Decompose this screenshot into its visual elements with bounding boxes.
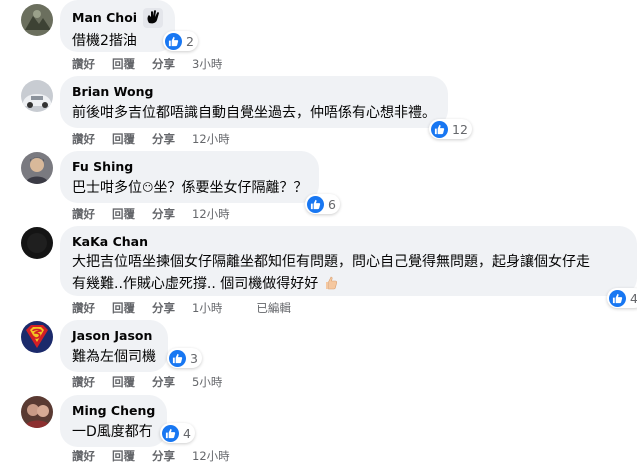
comment-text-part: 坐？係要坐女仔隔離？？ — [153, 180, 308, 196]
comment-author[interactable]: Ming Cheng — [72, 403, 155, 419]
share-button[interactable]: 分享 — [152, 56, 175, 72]
reply-button[interactable]: 回覆 — [112, 206, 135, 222]
comment-actions: 讚好 回覆 分享 12小時 — [72, 206, 247, 222]
reaction-count: 4 — [630, 290, 637, 306]
like-button[interactable]: 讚好 — [72, 56, 95, 72]
comment-bubble: Brian Wong 前後咁多吉位都唔識自動自覺坐過去，仲唔係有心想非禮。 — [60, 76, 448, 128]
reply-button[interactable]: 回覆 — [112, 448, 135, 464]
avatar[interactable] — [21, 227, 53, 259]
reaction-count: 2 — [186, 33, 194, 49]
comment-actions: 讚好 回覆 分享 1小時 已編輯 — [72, 300, 308, 316]
comment-text-part: 有幾難..作賊心虛死撐.. 個司機做得好好 — [72, 276, 319, 292]
like-button[interactable]: 讚好 — [72, 131, 95, 147]
like-button[interactable]: 讚好 — [72, 448, 95, 464]
reaction-summary[interactable]: 3 — [167, 348, 202, 368]
reply-button[interactable]: 回覆 — [112, 374, 135, 390]
author-name[interactable]: Fu Shing — [72, 159, 133, 175]
avatar[interactable] — [21, 152, 53, 184]
reply-button[interactable]: 回覆 — [112, 300, 135, 316]
share-button[interactable]: 分享 — [152, 448, 175, 464]
comment-author[interactable]: Man Choi — [72, 8, 164, 28]
edited-label[interactable]: 已編輯 — [256, 300, 291, 316]
author-name[interactable]: Man Choi — [72, 10, 137, 26]
reaction-count: 3 — [190, 350, 198, 366]
reaction-count: 4 — [183, 425, 191, 441]
author-name[interactable]: Ming Cheng — [72, 403, 155, 419]
comment-text: 難為左個司機 — [72, 349, 156, 365]
share-button[interactable]: 分享 — [152, 374, 175, 390]
comment-timestamp[interactable]: 12小時 — [192, 206, 230, 222]
reaction-count: 6 — [328, 196, 336, 212]
comment-text-line: 有幾難..作賊心虛死撐.. 個司機做得好好 — [72, 273, 625, 295]
avatar[interactable] — [21, 396, 53, 428]
like-button[interactable]: 讚好 — [72, 206, 95, 222]
share-button[interactable]: 分享 — [152, 300, 175, 316]
author-name[interactable]: Jason Jason — [72, 328, 152, 344]
comment-bubble: Fu Shing 巴士咁多位😶坐？係要坐女仔隔離？？ — [60, 151, 320, 203]
like-icon — [609, 289, 626, 307]
like-icon — [431, 120, 448, 138]
like-icon — [165, 32, 182, 50]
like-icon — [162, 424, 179, 442]
reaction-summary[interactable]: 4 — [607, 288, 637, 308]
comment-actions: 讚好 回覆 分享 12小時 — [72, 131, 247, 147]
reaction-summary[interactable]: 6 — [305, 194, 340, 214]
share-button[interactable]: 分享 — [152, 131, 175, 147]
reaction-summary[interactable]: 12 — [429, 119, 472, 139]
speechless-face-emoji: 😶 — [142, 181, 154, 194]
comment-timestamp[interactable]: 5小時 — [192, 374, 222, 390]
comment-text-line: 大把吉位唔坐揀個女仔隔離坐都知佢有問題，問心自己覺得無問題，起身讓個女仔走 — [72, 254, 590, 270]
comment-bubble: Man Choi 借機2揩油 — [60, 0, 176, 52]
like-icon — [169, 349, 186, 367]
comment-actions: 讚好 回覆 分享 3小時 — [72, 56, 239, 72]
comment-author[interactable]: Brian Wong — [72, 84, 436, 100]
avatar[interactable] — [21, 80, 53, 112]
reply-button[interactable]: 回覆 — [112, 131, 135, 147]
comment-text: 巴士咁多位😶坐？係要坐女仔隔離？？ — [72, 177, 307, 199]
reaction-summary[interactable]: 4 — [160, 423, 195, 443]
comment-timestamp[interactable]: 12小時 — [192, 448, 230, 464]
comment-bubble: Ming Cheng 一D風度都冇 — [60, 395, 168, 447]
comment-text: 一D風度都冇 — [72, 424, 153, 440]
comment-author[interactable]: Fu Shing — [72, 159, 307, 175]
reaction-summary[interactable]: 2 — [163, 31, 198, 51]
avatar[interactable] — [21, 321, 53, 353]
comment-timestamp[interactable]: 1小時 — [192, 300, 222, 316]
like-button[interactable]: 讚好 — [72, 300, 95, 316]
comment-actions: 讚好 回覆 分享 12小時 — [72, 448, 247, 464]
thumbs-up-emoji-icon — [323, 275, 339, 291]
comment-bubble: Jason Jason 難為左個司機 — [60, 320, 168, 372]
like-icon — [307, 195, 324, 213]
reply-button[interactable]: 回覆 — [112, 56, 135, 72]
hand-wave-icon — [143, 8, 164, 28]
comment-timestamp[interactable]: 12小時 — [192, 131, 230, 147]
reaction-count: 12 — [452, 121, 468, 137]
comment-text: 前後咁多吉位都唔識自動自覺坐過去，仲唔係有心想非禮。 — [72, 105, 436, 121]
comment-timestamp[interactable]: 3小時 — [192, 56, 222, 72]
comment-bubble: KaKa Chan 大把吉位唔坐揀個女仔隔離坐都知佢有問題，問心自己覺得無問題，… — [60, 226, 637, 296]
share-button[interactable]: 分享 — [152, 206, 175, 222]
author-name[interactable]: KaKa Chan — [72, 234, 148, 250]
comment-actions: 讚好 回覆 分享 5小時 — [72, 374, 239, 390]
comment-text-part: 巴士咁多位 — [72, 180, 142, 196]
comment-text: 借機2揩油 — [72, 33, 137, 49]
avatar[interactable] — [21, 4, 53, 36]
author-name[interactable]: Brian Wong — [72, 84, 153, 100]
like-button[interactable]: 讚好 — [72, 374, 95, 390]
comment-author[interactable]: Jason Jason — [72, 328, 156, 344]
comment-author[interactable]: KaKa Chan — [72, 234, 625, 250]
